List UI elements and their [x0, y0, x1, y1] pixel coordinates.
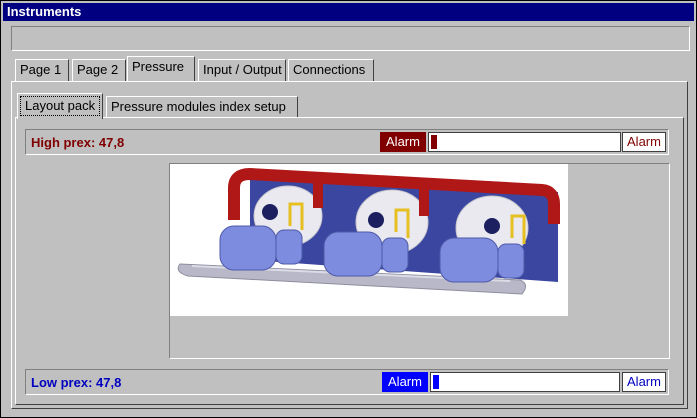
tab-pressure[interactable]: Pressure	[127, 56, 195, 81]
toolbar-strip	[11, 26, 690, 51]
title-bar: Instruments	[3, 3, 694, 21]
subtab-pressure-modules-index-setup[interactable]: Pressure modules index setup	[106, 96, 298, 118]
high-alarm-button[interactable]: Alarm	[622, 132, 666, 152]
tab-page-2[interactable]: Page 2	[72, 59, 126, 81]
compressor-rack-icon	[170, 164, 568, 316]
compressor-rack-image	[169, 163, 670, 359]
tab-page-1[interactable]: Page 1	[15, 59, 69, 81]
instruments-window: Instruments Page 1 Page 2 Pressure Input…	[0, 0, 697, 418]
window-title: Instruments	[7, 4, 82, 19]
tab-input-output[interactable]: Input / Output	[198, 59, 286, 81]
high-pressure-gauge	[428, 132, 621, 152]
high-pressure-gauge-fill	[431, 135, 437, 149]
low-pressure-row: Low prex: 47,8 Alarm Alarm	[25, 369, 669, 395]
low-alarm-button[interactable]: Alarm	[622, 372, 666, 392]
high-pressure-label: High prex: 47,8	[31, 135, 125, 150]
low-alarm-indicator: Alarm	[382, 372, 428, 392]
subtab-layout-pack[interactable]: Layout pack	[17, 93, 103, 119]
low-pressure-gauge	[430, 372, 620, 392]
low-pressure-label: Low prex: 47,8	[31, 375, 122, 390]
high-alarm-indicator: Alarm	[380, 132, 426, 152]
tab-connections[interactable]: Connections	[288, 59, 374, 81]
low-pressure-gauge-fill	[433, 375, 439, 389]
high-pressure-row: High prex: 47,8 Alarm Alarm	[25, 129, 669, 155]
